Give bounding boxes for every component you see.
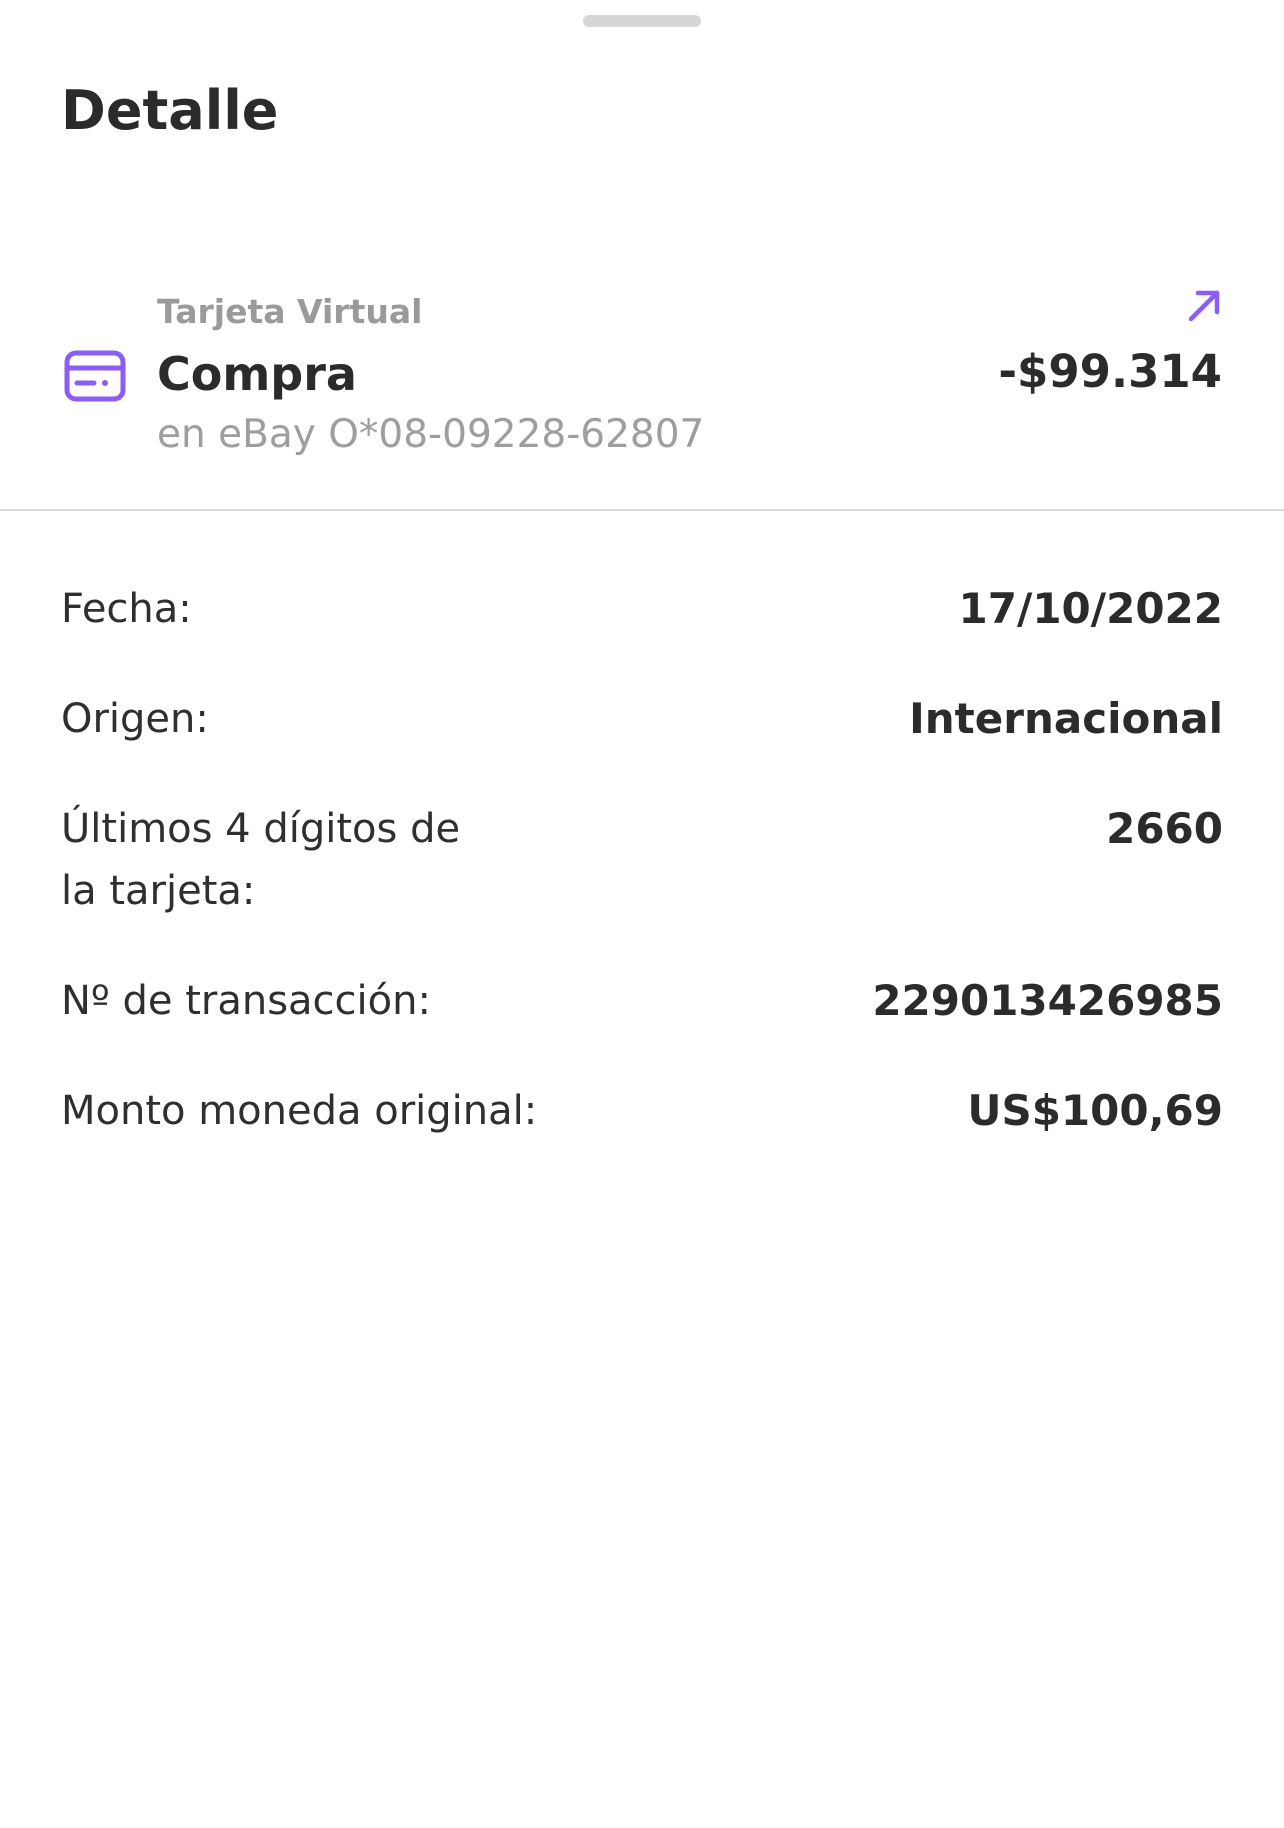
transaction-source: Tarjeta Virtual [157, 292, 423, 331]
detail-value: 17/10/2022 [958, 584, 1223, 633]
detail-value: 2660 [1106, 804, 1223, 853]
detail-row-origin: Origen: Internacional [61, 688, 1223, 750]
detail-value: 229013426985 [872, 976, 1223, 1025]
detail-value: US$100,69 [967, 1086, 1223, 1135]
transaction-summary: Tarjeta Virtual Compra en eBay O*08-0922… [0, 280, 1284, 470]
detail-row-transaction-number: Nº de transacción: 229013426985 [61, 970, 1223, 1032]
detail-row-date: Fecha: 17/10/2022 [61, 578, 1223, 640]
detail-label: Monto moneda original: [61, 1088, 538, 1134]
transaction-type: Compra [157, 347, 357, 401]
detail-row-original-amount: Monto moneda original: US$100,69 [61, 1080, 1223, 1142]
detail-label: Últimos 4 dígitos de la tarjeta: [61, 806, 461, 914]
page-title: Detalle [61, 79, 279, 142]
arrow-up-right-icon [1188, 290, 1220, 322]
detail-sheet: Detalle Tarjeta Virtual Compra en eBay O… [0, 0, 1284, 1828]
detail-label: Nº de transacción: [61, 978, 431, 1024]
detail-row-card-digits: Últimos 4 dígitos de la tarjeta: 2660 [61, 798, 1223, 922]
detail-label: Fecha: [61, 586, 192, 632]
sheet-drag-handle[interactable] [583, 15, 701, 27]
detail-value: Internacional [909, 694, 1223, 743]
detail-label: Origen: [61, 696, 209, 742]
credit-card-icon [64, 350, 126, 402]
transaction-merchant: en eBay O*08-09228-62807 [157, 412, 705, 457]
section-divider [0, 509, 1284, 511]
transaction-amount: -$99.314 [998, 345, 1222, 398]
